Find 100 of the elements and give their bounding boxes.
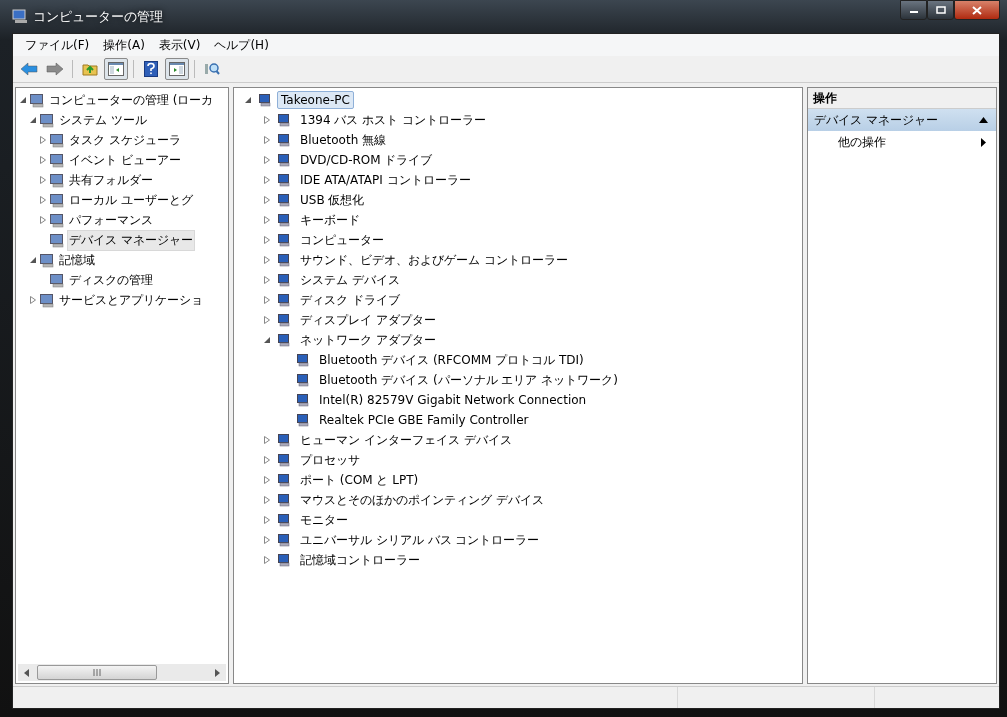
expander-icon[interactable]: [263, 516, 271, 524]
tree-item[interactable]: ディスクの管理: [67, 269, 155, 291]
pane-icon: [108, 62, 124, 76]
expander-icon[interactable]: [263, 556, 271, 564]
tree-item[interactable]: ネットワーク アダプター: [296, 329, 440, 351]
expander-icon[interactable]: [263, 296, 271, 304]
expander-icon[interactable]: [263, 116, 271, 124]
tree-item[interactable]: システム ツール: [57, 109, 149, 131]
tree-item[interactable]: デバイス マネージャー: [67, 229, 195, 251]
expander-icon[interactable]: [263, 276, 271, 284]
tree-item[interactable]: ディスク ドライブ: [296, 289, 404, 311]
tree-item[interactable]: 記憶域コントローラー: [296, 549, 424, 571]
tree-item[interactable]: IDE ATA/ATAPI コントローラー: [296, 169, 475, 191]
expander-icon[interactable]: [263, 536, 271, 544]
tree-item[interactable]: タスク スケジューラ: [67, 129, 183, 151]
tree-item[interactable]: コンピューター: [296, 229, 388, 251]
expander-icon[interactable]: [263, 456, 271, 464]
tree-item[interactable]: 記憶域: [57, 249, 97, 271]
tree-item[interactable]: Bluetooth デバイス (RFCOMM プロトコル TDI): [315, 349, 588, 371]
device-icon: [295, 372, 311, 388]
device-icon: [276, 212, 292, 228]
expander-icon[interactable]: [39, 156, 47, 164]
expander-icon[interactable]: [263, 336, 271, 344]
device-icon: [276, 232, 292, 248]
computer-icon: [12, 8, 28, 24]
expander-icon[interactable]: [263, 236, 271, 244]
expander-icon[interactable]: [263, 196, 271, 204]
device-icon: [276, 452, 292, 468]
tree-item[interactable]: ヒューマン インターフェイス デバイス: [296, 429, 516, 451]
scroll-left-icon[interactable]: [24, 668, 29, 677]
tree-item[interactable]: イベント ビューアー: [67, 149, 183, 171]
expander-icon[interactable]: [263, 136, 271, 144]
scroll-right-icon[interactable]: [215, 668, 220, 677]
tree-item[interactable]: パフォーマンス: [67, 209, 155, 231]
expander-icon[interactable]: [263, 496, 271, 504]
arrow-icon: [46, 62, 64, 76]
close-button[interactable]: [954, 0, 1000, 20]
tree-item[interactable]: ローカル ユーザーとグ: [67, 189, 195, 211]
expander-icon[interactable]: [263, 316, 271, 324]
tree-item[interactable]: Bluetooth 無線: [296, 129, 391, 151]
pane-toggle-button[interactable]: [104, 58, 128, 80]
minimize-button[interactable]: [900, 0, 927, 20]
tree-item[interactable]: マウスとそのほかのポインティング デバイス: [296, 489, 548, 511]
expander-icon[interactable]: [29, 116, 37, 124]
expander-icon[interactable]: [244, 96, 252, 104]
tree-item[interactable]: Realtek PCIe GBE Family Controller: [315, 411, 533, 429]
actions-header: 操作: [808, 88, 996, 109]
tree-item[interactable]: キーボード: [296, 209, 364, 231]
tree-item[interactable]: Intel(R) 82579V Gigabit Network Connection: [315, 391, 591, 409]
tree-item[interactable]: サウンド、ビデオ、およびゲーム コントローラー: [296, 249, 572, 271]
expander-icon[interactable]: [39, 216, 47, 224]
expander-icon[interactable]: [263, 436, 271, 444]
collapse-icon: [979, 117, 988, 123]
expander-icon[interactable]: [263, 156, 271, 164]
device-icon: [276, 512, 292, 528]
device-icon: [276, 472, 292, 488]
expander-icon[interactable]: [19, 96, 27, 104]
horizontal-scrollbar[interactable]: [18, 664, 226, 681]
expander-icon[interactable]: [263, 176, 271, 184]
maximize-icon: [935, 6, 946, 14]
expander-icon[interactable]: [39, 196, 47, 204]
tree-item[interactable]: Takeone-PC: [277, 91, 354, 109]
expander-icon[interactable]: [263, 476, 271, 484]
tree-item[interactable]: プロセッサ: [296, 449, 364, 471]
device-icon: [276, 272, 292, 288]
tree-item[interactable]: 共有フォルダー: [67, 169, 155, 191]
expander-icon[interactable]: [263, 256, 271, 264]
maximize-button[interactable]: [927, 0, 954, 20]
tree-item[interactable]: ディスプレイ アダプター: [296, 309, 440, 331]
tree-item[interactable]: 1394 バス ホスト コントローラー: [296, 109, 490, 131]
expander-icon[interactable]: [39, 176, 47, 184]
device-icon: [276, 292, 292, 308]
action-item[interactable]: 他の操作: [808, 131, 996, 153]
tree-item[interactable]: システム デバイス: [296, 269, 404, 291]
menu-item[interactable]: ヘルプ(H): [207, 36, 276, 54]
device-icon: [276, 152, 292, 168]
device-icon: [276, 532, 292, 548]
expander-icon[interactable]: [29, 256, 37, 264]
grip-icon: [92, 669, 102, 676]
tree-item[interactable]: サービスとアプリケーショ: [57, 289, 205, 311]
actions-section-header[interactable]: デバイス マネージャー: [808, 109, 996, 131]
menu-item[interactable]: 操作(A): [96, 36, 152, 54]
menu-item[interactable]: 表示(V): [151, 36, 208, 54]
tree-item[interactable]: ユニバーサル シリアル バス コントローラー: [296, 529, 544, 551]
submenu-arrow-icon: [981, 137, 986, 147]
expander-icon[interactable]: [29, 296, 37, 304]
device-icon: [295, 392, 311, 408]
device-icon: [276, 252, 292, 268]
device-icon: [295, 412, 311, 428]
tree-item[interactable]: モニター: [296, 509, 352, 531]
menu-item[interactable]: ファイル(F): [18, 36, 97, 54]
pane-toggle-button[interactable]: [165, 58, 189, 80]
tree-item[interactable]: ポート (COM と LPT): [296, 469, 423, 491]
tree-item[interactable]: USB 仮想化: [296, 189, 369, 211]
device-icon: [276, 132, 292, 148]
tree-item[interactable]: コンピューターの管理 (ローカ: [47, 89, 216, 111]
tree-item[interactable]: Bluetooth デバイス (パーソナル エリア ネットワーク): [315, 369, 622, 391]
expander-icon[interactable]: [263, 216, 271, 224]
tree-item[interactable]: DVD/CD-ROM ドライブ: [296, 149, 437, 171]
expander-icon[interactable]: [39, 136, 47, 144]
